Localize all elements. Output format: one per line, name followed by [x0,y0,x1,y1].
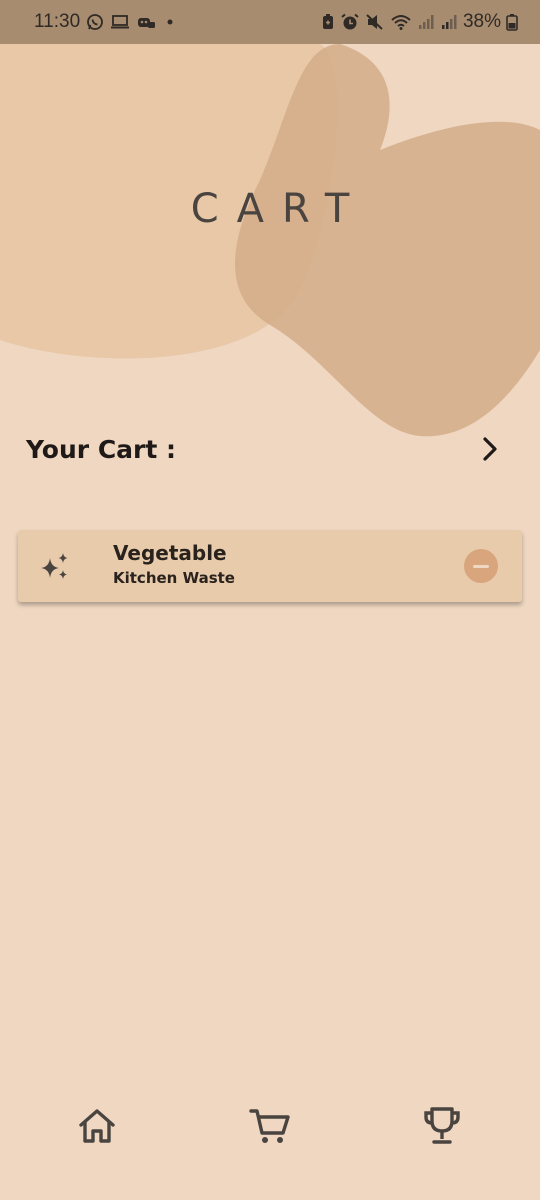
wifi-icon [390,13,412,31]
battery-percent: 38% [462,11,501,32]
cart-item[interactable]: Vegetable Kitchen Waste [18,530,522,602]
alarm-icon [340,13,360,31]
status-bar: 11:30 38% [0,0,540,44]
sparkles-icon [38,550,72,584]
signal-icon [417,13,435,31]
mute-icon [365,13,385,31]
game-icon [136,14,156,30]
minus-icon [473,564,489,568]
laptop-icon [110,14,130,30]
background-blobs [0,44,540,437]
trophy-icon [424,1107,460,1144]
dot-icon [162,17,176,27]
status-left: 11:30 [34,11,176,33]
battery-icon [506,13,518,31]
chevron-right-icon[interactable] [470,429,510,469]
signal-icon [440,13,458,31]
bottom-nav [0,1098,540,1154]
status-right: 38% [321,11,518,33]
battery-saver-icon [321,13,335,31]
cart-item-category: Kitchen Waste [113,569,235,587]
remove-item-button[interactable] [464,549,498,583]
nav-home[interactable] [69,1098,125,1154]
cart-item-name: Vegetable [113,541,227,565]
cart-icon [249,1109,290,1143]
cart-header: Your Cart : [26,424,510,474]
home-icon [79,1109,115,1143]
page-title: CART [190,186,368,232]
whatsapp-icon [86,13,104,31]
cart-item-text: Vegetable Kitchen Waste [113,541,235,587]
your-cart-label: Your Cart : [26,434,177,464]
nav-trophy[interactable] [414,1098,470,1154]
status-time: 11:30 [34,11,81,32]
nav-cart[interactable] [242,1098,298,1154]
